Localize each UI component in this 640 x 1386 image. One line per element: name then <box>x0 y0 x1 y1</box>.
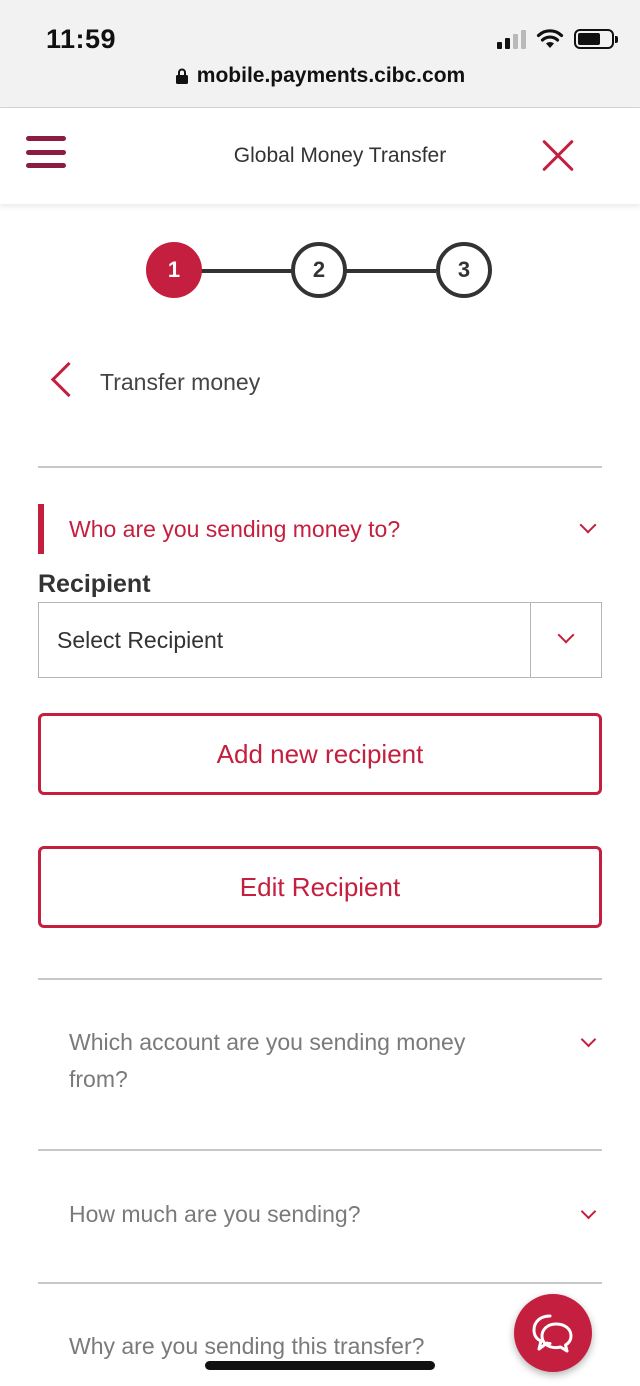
cellular-signal-icon <box>497 29 526 49</box>
add-recipient-button[interactable]: Add new recipient <box>38 713 602 795</box>
status-time: 11:59 <box>46 24 117 54</box>
step-connector <box>200 269 292 273</box>
back-label: Transfer money <box>100 368 261 395</box>
select-arrow[interactable] <box>530 603 601 677</box>
chevron-down-icon <box>580 1203 597 1220</box>
divider <box>38 978 602 980</box>
recipient-label: Recipient <box>38 570 151 598</box>
back-link[interactable]: Transfer money <box>48 360 260 404</box>
chat-button[interactable] <box>514 1294 592 1372</box>
step-3: 3 <box>436 242 492 298</box>
chat-icon <box>532 1314 573 1353</box>
section-active-indicator <box>38 504 44 554</box>
section-amount-header[interactable]: How much are you sending? <box>38 1194 602 1238</box>
section-amount-title: How much are you sending? <box>69 1201 361 1227</box>
chevron-left-icon <box>48 360 72 404</box>
step-1: 1 <box>146 242 202 298</box>
section-recipient-header[interactable]: Who are you sending money to? <box>38 504 602 554</box>
chevron-down-icon <box>580 1031 597 1048</box>
progress-stepper: 1 2 3 <box>146 242 496 300</box>
section-reason-title: Why are you sending this transfer? <box>69 1333 425 1359</box>
step-2: 2 <box>291 242 347 298</box>
section-account-title: Which account are you sending money from… <box>69 1029 466 1092</box>
url-text: mobile.payments.cibc.com <box>196 64 466 87</box>
section-recipient-title: Who are you sending money to? <box>69 516 401 542</box>
recipient-select-value: Select Recipient <box>57 627 224 653</box>
divider <box>38 1149 602 1151</box>
home-indicator[interactable] <box>205 1361 435 1370</box>
section-account-header[interactable]: Which account are you sending money from… <box>38 1022 602 1112</box>
lock-icon <box>175 68 188 84</box>
url-bar[interactable]: mobile.payments.cibc.com <box>0 64 640 88</box>
chevron-down-icon <box>579 516 597 534</box>
browser-chrome: 11:59 mobile.payments.cibc.com <box>0 0 640 108</box>
divider <box>38 1282 602 1284</box>
divider <box>38 466 602 468</box>
status-icons <box>497 26 618 52</box>
recipient-select[interactable]: Select Recipient <box>38 602 602 678</box>
step-connector <box>344 269 436 273</box>
wifi-icon <box>536 29 564 48</box>
edit-recipient-button[interactable]: Edit Recipient <box>38 846 602 928</box>
close-icon[interactable] <box>540 138 576 174</box>
battery-icon <box>574 29 618 49</box>
chevron-down-icon <box>557 626 575 644</box>
